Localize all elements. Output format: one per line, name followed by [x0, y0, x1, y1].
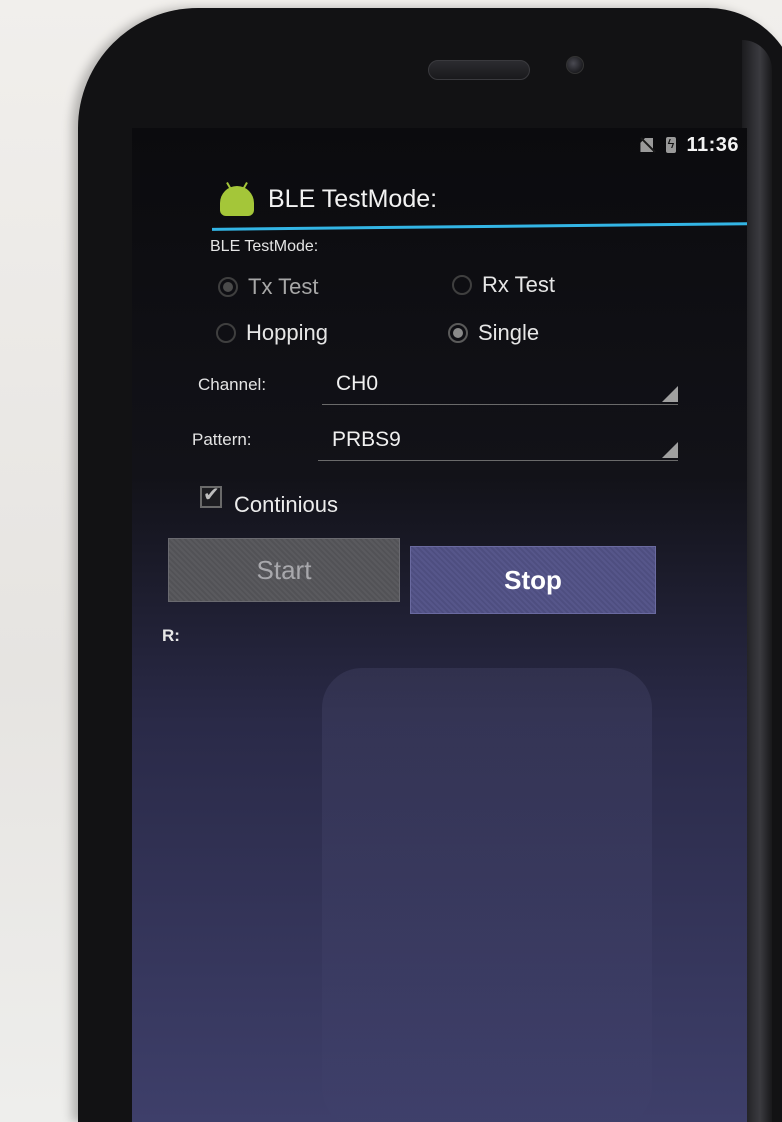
earpiece-speaker: [428, 60, 530, 80]
radio-tx-test[interactable]: Tx Test: [218, 274, 319, 300]
dropdown-arrow-icon: [662, 386, 678, 402]
no-sim-icon: [638, 137, 656, 153]
channel-value: CH0: [336, 372, 379, 395]
start-button[interactable]: Start: [168, 538, 400, 602]
continuous-checkbox-row[interactable]: Continious: [200, 476, 338, 518]
channel-spinner[interactable]: CH0: [322, 368, 678, 405]
continuous-checkbox[interactable]: [200, 482, 222, 508]
continuous-label: Continious: [234, 492, 338, 517]
status-bar: 11:36: [132, 128, 747, 162]
result-label: R:: [162, 626, 180, 645]
stop-button[interactable]: Stop: [410, 546, 656, 614]
app-title: BLE TestMode:: [268, 184, 438, 213]
screen-reflection: [322, 668, 652, 1122]
radio-hopping[interactable]: Hopping: [216, 320, 328, 346]
channel-label: Channel:: [198, 375, 267, 394]
phone-screen: 11:36 BLE TestMode: BLE TestMode: Tx Tes…: [132, 128, 747, 1122]
radio-indicator[interactable]: [216, 323, 236, 343]
pattern-label: Pattern:: [192, 430, 252, 449]
test-mode-label: BLE TestMode:: [210, 238, 319, 255]
status-clock: 11:36: [686, 133, 739, 156]
radio-single[interactable]: Single: [448, 320, 539, 346]
radio-indicator[interactable]: [218, 277, 238, 297]
front-camera: [566, 56, 584, 74]
radio-indicator[interactable]: [448, 323, 468, 343]
action-bar: BLE TestMode:: [132, 172, 747, 226]
radio-indicator[interactable]: [452, 275, 472, 295]
radio-label: Rx Test: [482, 272, 555, 297]
android-icon: [220, 182, 254, 216]
radio-rx-test[interactable]: Rx Test: [452, 272, 555, 298]
dropdown-arrow-icon: [662, 442, 678, 458]
radio-label: Single: [478, 320, 540, 345]
radio-label: Tx Test: [248, 274, 319, 299]
pattern-spinner[interactable]: PRBS9: [318, 424, 678, 461]
battery-charging-icon: [666, 136, 677, 153]
pattern-value: PRBS9: [332, 428, 401, 451]
radio-label: Hopping: [246, 320, 328, 345]
